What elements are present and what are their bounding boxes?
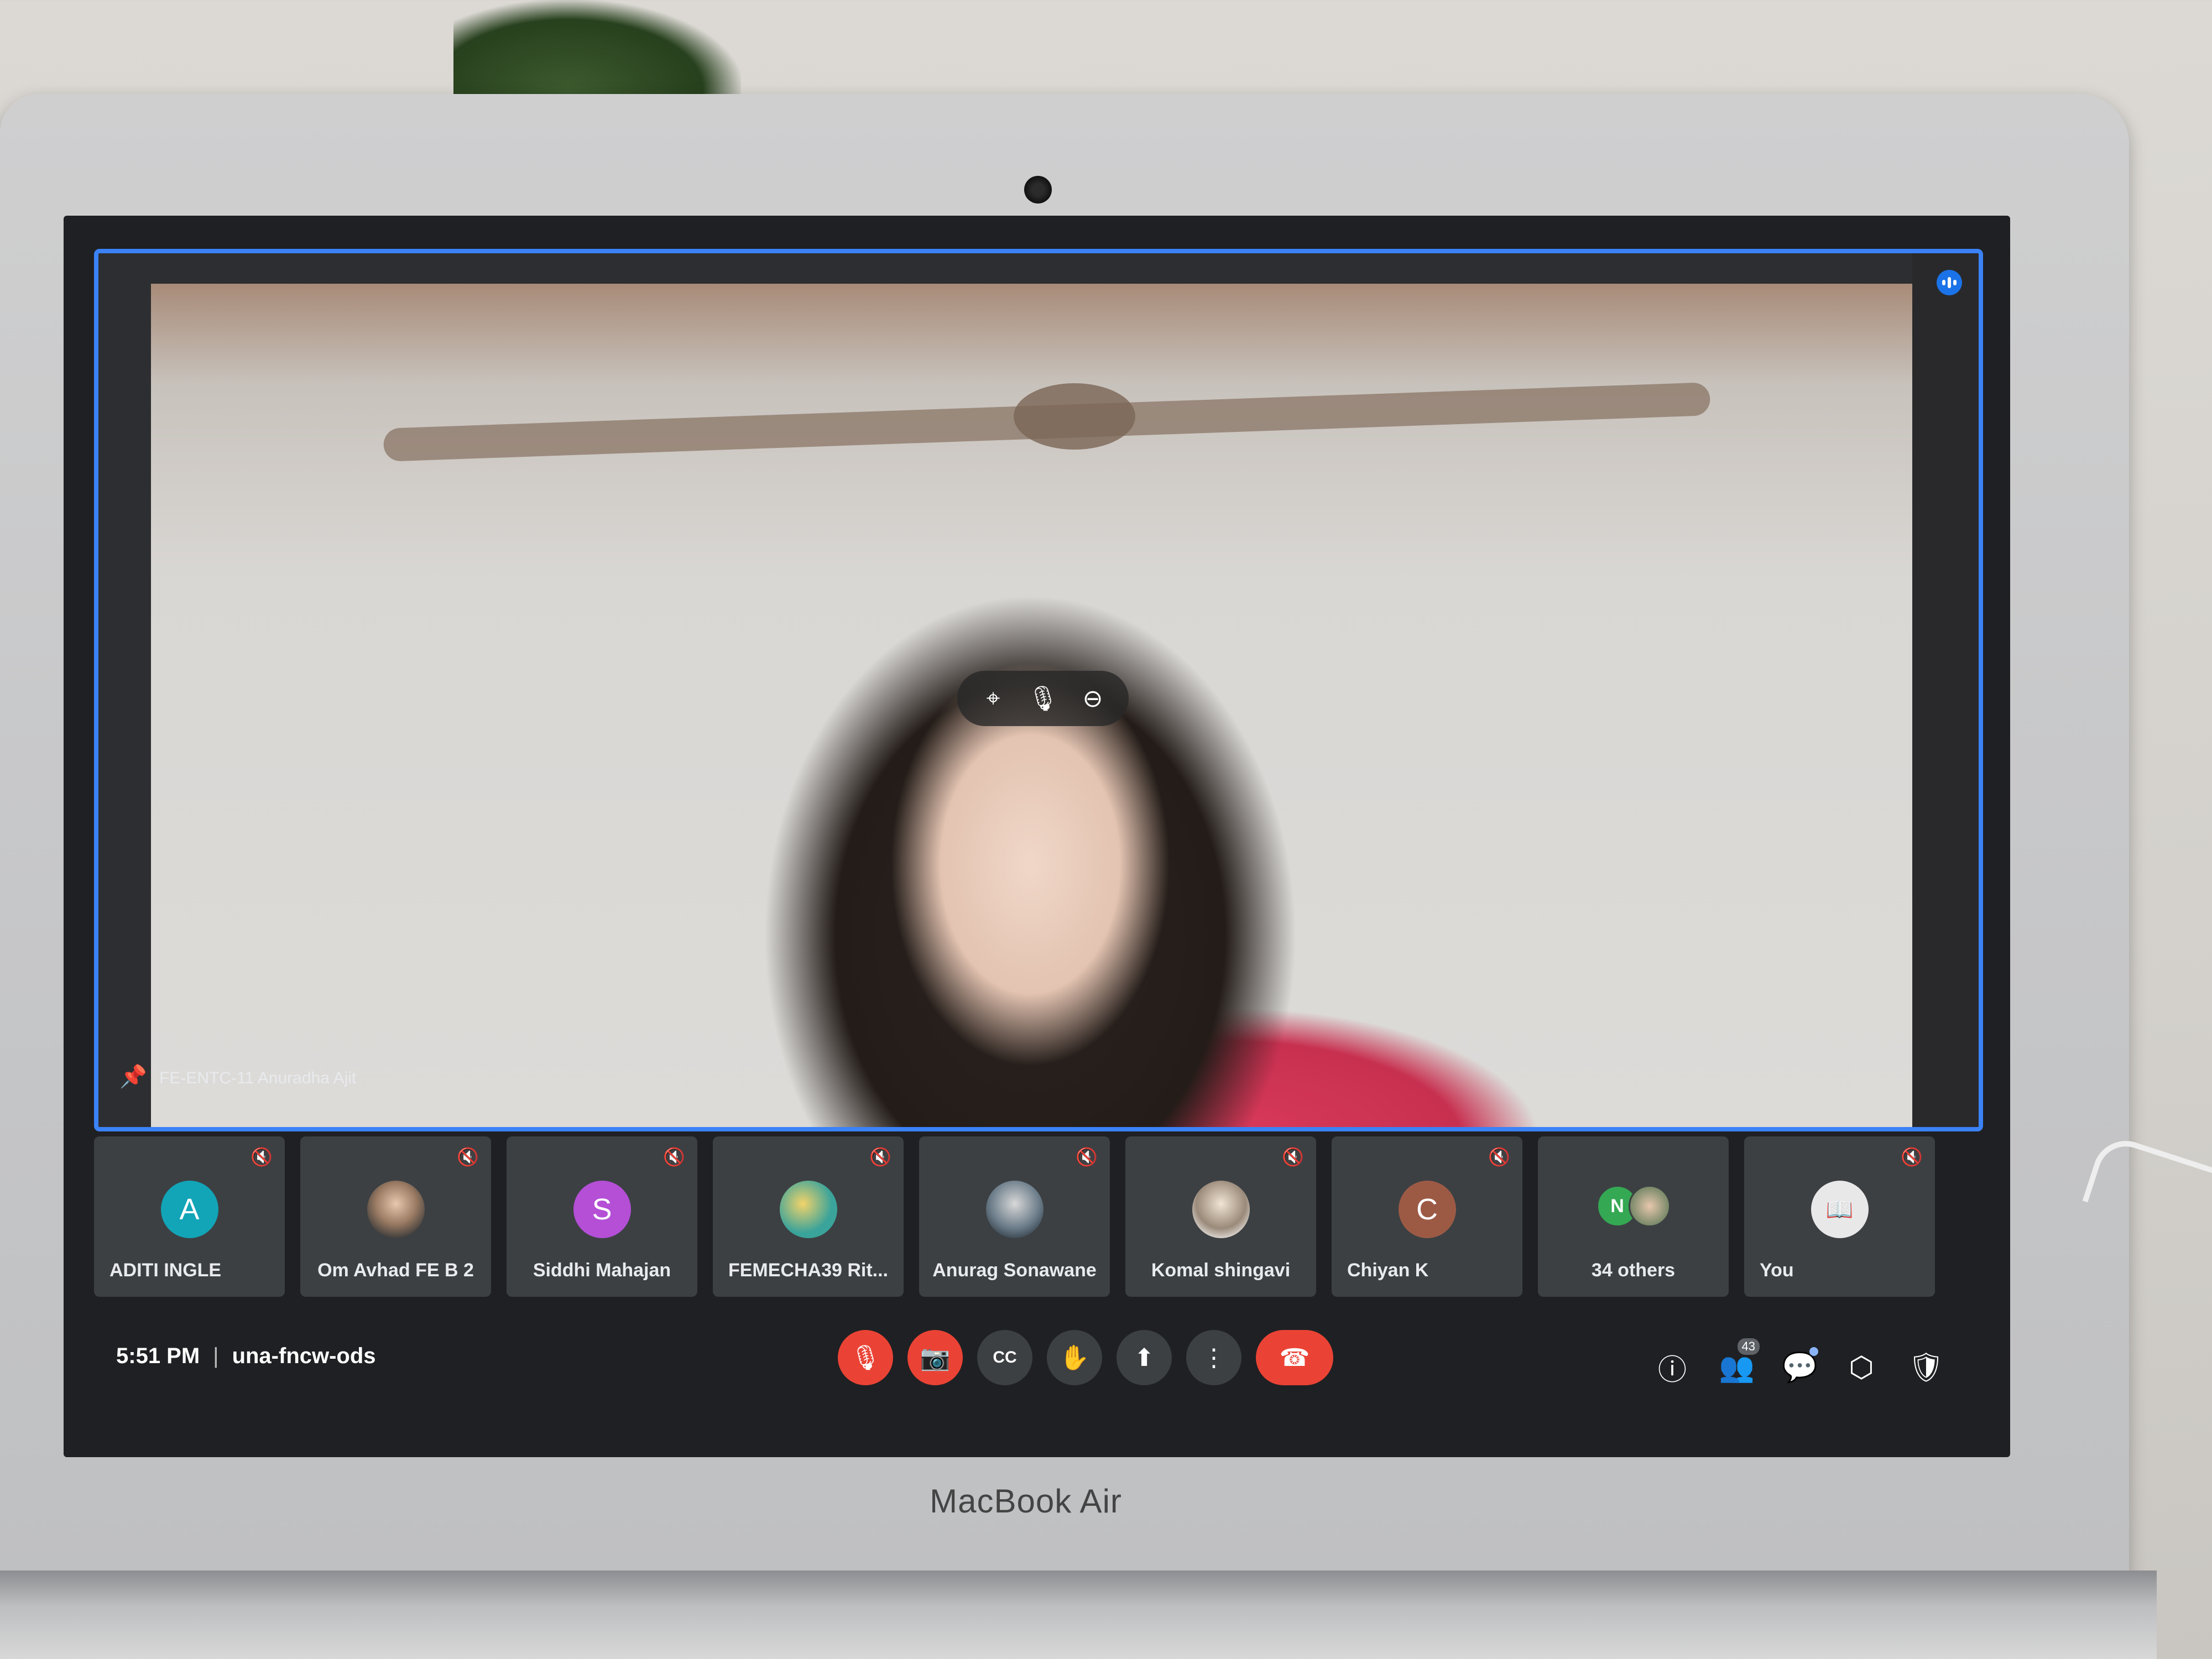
video-edge bbox=[1912, 253, 1979, 1127]
tile-hover-controls: ⌖ 🎙 ⊖ bbox=[957, 671, 1129, 726]
remove-icon[interactable]: ⊖ bbox=[1076, 685, 1109, 713]
avatar bbox=[985, 1181, 1044, 1238]
right-toolbar: ⓘ 👥 43 💬 ⬡ 🛡 bbox=[1656, 1338, 1944, 1388]
webcam bbox=[1024, 176, 1052, 204]
host-controls-icon[interactable]: 🛡 bbox=[1908, 1350, 1944, 1384]
laptop-brand-label: MacBook Air bbox=[930, 1483, 1122, 1520]
more-options-button[interactable]: ⋮ bbox=[1186, 1330, 1241, 1385]
meeting-time: 5:51 PM bbox=[116, 1344, 200, 1368]
participant-tile[interactable]: 🔇 Komal shingavi bbox=[1125, 1136, 1316, 1297]
call-controls: 🎙 📷 CC ✋ ⬆ ⋮ ☎ bbox=[838, 1330, 1333, 1385]
chat-notification-dot bbox=[1809, 1347, 1818, 1356]
others-label: 34 others bbox=[1591, 1260, 1676, 1281]
main-tile-participant-name: FE-ENTC-11 Anuradha Ajit bbox=[159, 1069, 357, 1087]
participant-tile[interactable]: 🔇 A ADITI INGLE bbox=[94, 1136, 285, 1297]
mic-off-icon: 🔇 bbox=[869, 1147, 891, 1167]
self-tile[interactable]: 🔇 📖 You bbox=[1744, 1136, 1935, 1297]
participant-name: Siddhi Mahajan bbox=[533, 1260, 671, 1281]
main-video-tile[interactable]: ⌖ 🎙 ⊖ 📌 FE-ENTC-11 Anuradha Ajit bbox=[94, 249, 1983, 1131]
captions-button[interactable]: CC bbox=[977, 1330, 1032, 1385]
participant-tile[interactable]: 🔇 S Siddhi Mahajan bbox=[507, 1136, 697, 1297]
participant-tile[interactable]: 🔇 Om Avhad FE B 2 bbox=[300, 1136, 491, 1297]
present-button[interactable]: ⬆ bbox=[1117, 1330, 1172, 1385]
mic-off-icon: 🔇 bbox=[1076, 1147, 1098, 1167]
camera-off-button[interactable]: 📷 bbox=[907, 1330, 963, 1385]
mic-off-button[interactable]: 🎙 bbox=[838, 1330, 893, 1385]
participant-name: Chiyan K bbox=[1347, 1260, 1429, 1281]
avatar: 📖 bbox=[1811, 1181, 1869, 1238]
participant-name: Om Avhad FE B 2 bbox=[317, 1260, 474, 1281]
raise-hand-button[interactable]: ✋ bbox=[1047, 1330, 1102, 1385]
participant-name: FEMECHA39 Rit... bbox=[728, 1260, 889, 1281]
mic-off-icon: 🔇 bbox=[1488, 1147, 1510, 1167]
meeting-code: una-fncw-ods bbox=[232, 1344, 376, 1368]
mic-off-icon: 🔇 bbox=[251, 1147, 273, 1167]
others-tile[interactable]: N 34 others bbox=[1538, 1136, 1729, 1297]
self-label: You bbox=[1760, 1260, 1794, 1281]
others-avatars: N bbox=[1596, 1185, 1671, 1227]
laptop-hinge bbox=[0, 1571, 2157, 1659]
mic-icon[interactable]: 🎙 bbox=[1026, 684, 1060, 713]
avatar bbox=[367, 1181, 425, 1238]
avatar: S bbox=[573, 1181, 631, 1238]
activities-icon[interactable]: ⬡ bbox=[1845, 1351, 1878, 1384]
bottom-toolbar: 5:51 PM | una-fncw-ods 🎙 📷 CC ✋ ⬆ ⋮ ☎ ⓘ 👥 4… bbox=[94, 1313, 1974, 1424]
speaking-indicator-icon bbox=[1937, 270, 1962, 295]
ceiling-fan-hub bbox=[1014, 383, 1135, 450]
participant-tile[interactable]: 🔇 FEMECHA39 Rit... bbox=[713, 1136, 904, 1297]
participant-tile[interactable]: 🔇 C Chiyan K bbox=[1332, 1136, 1522, 1297]
avatar bbox=[779, 1181, 837, 1238]
mic-off-icon: 🔇 bbox=[1282, 1147, 1304, 1167]
leave-call-button[interactable]: ☎ bbox=[1256, 1330, 1333, 1385]
unpin-icon[interactable]: ⌖ bbox=[977, 685, 1010, 712]
avatar bbox=[1628, 1185, 1671, 1227]
participant-name: ADITI INGLE bbox=[109, 1260, 222, 1281]
participant-tile[interactable]: 🔇 Anurag Sonawane bbox=[919, 1136, 1110, 1297]
mic-off-icon: 🔇 bbox=[663, 1147, 685, 1167]
avatar: A bbox=[160, 1181, 218, 1238]
participant-name: Komal shingavi bbox=[1151, 1260, 1291, 1281]
people-count-badge: 43 bbox=[1737, 1338, 1760, 1355]
chat-icon[interactable]: 💬 bbox=[1782, 1347, 1818, 1384]
separator: | bbox=[213, 1344, 219, 1368]
meeting-info: 5:51 PM | una-fncw-ods bbox=[116, 1344, 376, 1369]
mic-off-icon: 🔇 bbox=[1901, 1147, 1923, 1167]
participant-strip: 🔇 A ADITI INGLE 🔇 Om Avhad FE B 2 🔇 S Si… bbox=[94, 1136, 1974, 1302]
meeting-details-icon[interactable]: ⓘ bbox=[1656, 1347, 1689, 1388]
avatar: C bbox=[1398, 1181, 1456, 1238]
laptop-screen: ⌖ 🎙 ⊖ 📌 FE-ENTC-11 Anuradha Ajit 🔇 A ADI… bbox=[64, 216, 2010, 1457]
pin-icon[interactable]: 📌 bbox=[119, 1063, 147, 1089]
people-icon[interactable]: 👥 43 bbox=[1719, 1338, 1760, 1384]
participant-name: Anurag Sonawane bbox=[932, 1260, 1097, 1281]
mic-off-icon: 🔇 bbox=[457, 1147, 479, 1167]
avatar bbox=[1192, 1181, 1250, 1238]
